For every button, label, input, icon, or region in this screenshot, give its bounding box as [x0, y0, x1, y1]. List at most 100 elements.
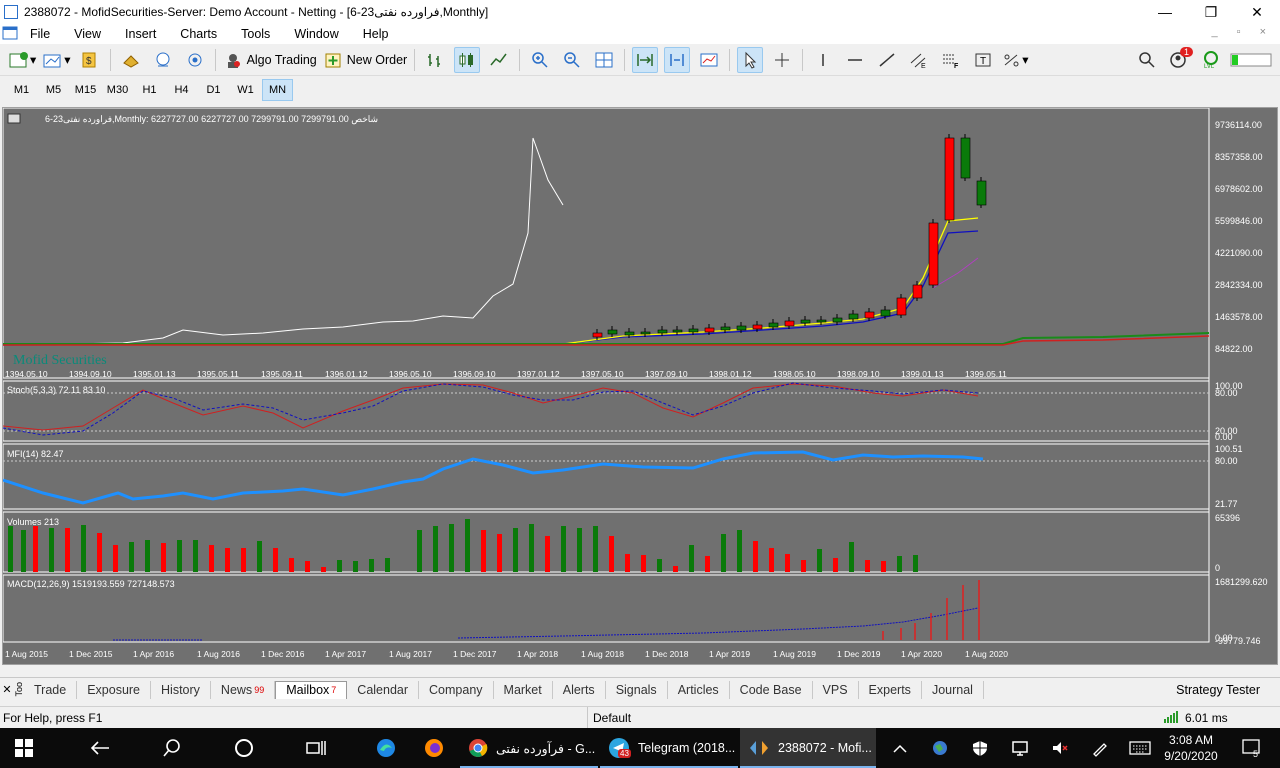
new-chart-icon[interactable]: ▾	[8, 47, 36, 73]
cortana-icon[interactable]	[222, 728, 266, 768]
tray-volume-muted-icon[interactable]	[1046, 728, 1074, 768]
text-label-icon[interactable]: T	[970, 47, 996, 73]
tab-trade[interactable]: Trade	[24, 680, 78, 699]
search-taskbar-icon[interactable]	[150, 728, 194, 768]
tf-m15[interactable]: M15	[70, 79, 101, 101]
windows-start-icon[interactable]	[0, 728, 48, 768]
tf-h4[interactable]: H4	[166, 79, 197, 101]
tf-m30[interactable]: M30	[102, 79, 133, 101]
tab-history[interactable]: History	[151, 680, 211, 699]
tab-market[interactable]: Market	[494, 680, 553, 699]
mdi-window-controls[interactable]: _ ▫ ×	[1211, 26, 1274, 38]
trend-line-icon[interactable]	[874, 47, 900, 73]
taskbar-metatrader[interactable]: 2388072 - Mofi...	[740, 728, 876, 768]
tab-calendar[interactable]: Calendar	[347, 680, 420, 699]
back-arrow-icon[interactable]	[78, 728, 122, 768]
templates-icon[interactable]	[696, 47, 722, 73]
search-icon[interactable]	[1134, 47, 1160, 73]
close-button[interactable]: ✕	[1234, 0, 1280, 24]
auto-scroll-icon[interactable]	[632, 46, 659, 73]
chart-header-icon	[7, 113, 21, 124]
tray-globe-icon[interactable]	[926, 728, 954, 768]
cursor-icon[interactable]	[737, 46, 764, 73]
menu-tools[interactable]: Tools	[229, 27, 282, 41]
menu-view[interactable]: View	[62, 27, 113, 41]
date-label-top: 1399.01.13	[901, 369, 944, 379]
account-icon[interactable]: 1	[1166, 46, 1194, 73]
taskbar-telegram-label: Telegram (2018...	[638, 741, 736, 755]
firefox-icon[interactable]	[412, 728, 456, 768]
tray-keyboard-icon[interactable]	[1126, 728, 1154, 768]
menu-insert[interactable]: Insert	[113, 27, 168, 41]
edge-browser-icon[interactable]	[364, 728, 408, 768]
volume-bar	[321, 567, 326, 572]
menu-charts[interactable]: Charts	[168, 27, 229, 41]
chart-menu-icon[interactable]	[0, 26, 18, 43]
zoom-in-icon[interactable]	[527, 47, 553, 73]
minimize-button[interactable]: —	[1142, 0, 1188, 24]
toolbox-close-icon[interactable]: ✕	[0, 683, 14, 696]
tab-experts[interactable]: Experts	[859, 680, 922, 699]
tab-code-base[interactable]: Code Base	[730, 680, 813, 699]
volume-bar	[241, 548, 246, 572]
tf-h1[interactable]: H1	[134, 79, 165, 101]
profiles-icon[interactable]: ▾	[42, 47, 71, 73]
tray-shield-icon[interactable]	[966, 728, 994, 768]
chart-shift-icon[interactable]	[664, 46, 691, 73]
vertical-line-icon[interactable]	[810, 47, 836, 73]
line-chart-icon[interactable]	[486, 47, 512, 73]
tab-mailbox[interactable]: Mailbox 7	[275, 680, 348, 699]
equidistant-channel-icon[interactable]: E	[906, 47, 932, 73]
tab-vps[interactable]: VPS	[813, 680, 859, 699]
tf-w1[interactable]: W1	[230, 79, 261, 101]
horizontal-line-icon[interactable]	[842, 47, 868, 73]
data-window-icon[interactable]	[118, 47, 144, 73]
tf-m5[interactable]: M5	[38, 79, 69, 101]
volume-bar	[193, 540, 198, 572]
candle	[752, 324, 763, 330]
tab-news[interactable]: News 99	[211, 680, 276, 699]
maximize-button[interactable]: ❐	[1188, 0, 1234, 24]
crosshair-icon[interactable]	[769, 47, 795, 73]
chart-canvas[interactable]: فراورده نفتی23-6,Monthly: 6227727.00 622…	[3, 108, 1279, 666]
market-watch-icon[interactable]: $	[77, 47, 103, 73]
taskbar-chrome[interactable]: فرآورده نفتی - G...	[460, 728, 598, 768]
signal-strength-icon[interactable]: LVL	[1198, 47, 1224, 73]
fibonacci-icon[interactable]: F	[938, 47, 964, 73]
tray-network-icon[interactable]	[1006, 728, 1034, 768]
candlestick-chart-icon[interactable]	[454, 46, 481, 73]
tab-alerts[interactable]: Alerts	[553, 680, 606, 699]
new-order-button[interactable]: New Order	[323, 47, 407, 73]
task-view-icon[interactable]	[294, 728, 338, 768]
tab-articles[interactable]: Articles	[668, 680, 730, 699]
tf-mn[interactable]: MN	[262, 79, 293, 101]
tf-m1[interactable]: M1	[6, 79, 37, 101]
tab-journal[interactable]: Journal	[922, 680, 984, 699]
tray-pen-icon[interactable]	[1086, 728, 1114, 768]
zoom-out-icon[interactable]	[559, 47, 585, 73]
tab-company[interactable]: Company	[419, 680, 494, 699]
menu-file[interactable]: File	[18, 27, 62, 41]
signals-icon[interactable]	[182, 47, 208, 73]
tray-chevron-icon[interactable]	[886, 728, 914, 768]
macd-signal-line	[457, 607, 979, 639]
menu-help[interactable]: Help	[351, 27, 401, 41]
pane-frame	[3, 443, 1210, 510]
tab-signals[interactable]: Signals	[606, 680, 668, 699]
bar-chart-icon[interactable]	[422, 47, 448, 73]
navigator-icon[interactable]	[150, 47, 176, 73]
volume-bar	[273, 548, 278, 572]
taskbar-telegram[interactable]: 43 Telegram (2018...	[600, 728, 738, 768]
tile-windows-icon[interactable]	[591, 47, 617, 73]
action-center-icon[interactable]: 5	[1232, 728, 1272, 768]
chart-window[interactable]: فراورده نفتی23-6,Monthly: 6227727.00 622…	[2, 107, 1278, 665]
clock[interactable]: 3:08 AM 9/20/2020	[1160, 728, 1222, 768]
menu-window[interactable]: Window	[282, 27, 350, 41]
strategy-tester-button[interactable]: Strategy Tester	[1176, 683, 1260, 697]
algo-trading-button[interactable]: Algo Trading	[223, 47, 317, 73]
stoch-signal-line	[3, 382, 979, 436]
tf-d1[interactable]: D1	[198, 79, 229, 101]
shapes-icon[interactable]: ▾	[1002, 47, 1028, 73]
candle	[704, 327, 715, 333]
tab-exposure[interactable]: Exposure	[77, 680, 152, 699]
